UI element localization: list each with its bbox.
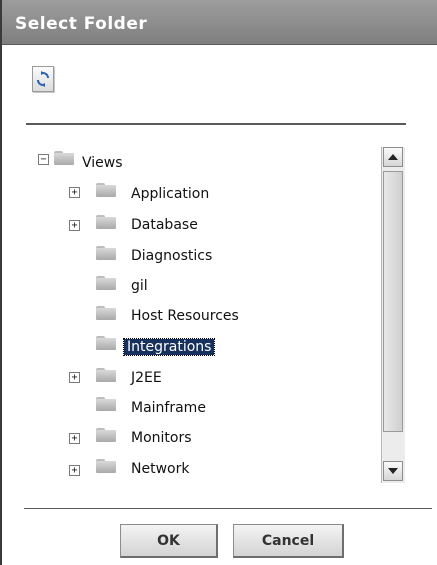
folder-icon (96, 368, 116, 382)
select-folder-dialog: Select Folder − Views + Application + Da… (0, 0, 437, 565)
cancel-button[interactable]: Cancel (233, 524, 344, 558)
folder-icon (96, 183, 116, 197)
collapse-icon[interactable]: − (38, 154, 49, 165)
tree-label-network[interactable]: Network (131, 461, 189, 477)
tree-label-monitors[interactable]: Monitors (131, 430, 192, 446)
expand-icon[interactable]: + (69, 465, 80, 476)
folder-icon (96, 428, 116, 442)
dialog-titlebar[interactable]: Select Folder (2, 0, 437, 45)
folder-icon (96, 276, 116, 290)
tree-label-diagnostics[interactable]: Diagnostics (131, 248, 212, 264)
dialog-title: Select Folder (15, 14, 148, 34)
refresh-button[interactable] (32, 66, 54, 92)
tree-label-gil[interactable]: gil (131, 278, 148, 294)
arrow-down-icon (388, 468, 398, 474)
tree-label-mainframe[interactable]: Mainframe (131, 400, 206, 416)
tree-label-application[interactable]: Application (131, 186, 209, 202)
expand-icon[interactable]: + (69, 372, 80, 383)
arrow-up-icon (388, 154, 398, 160)
scroll-up-button[interactable] (383, 147, 403, 167)
folder-icon (96, 246, 116, 260)
tree-scrollbar[interactable] (381, 147, 405, 483)
footer-divider (24, 508, 432, 509)
folder-icon (96, 336, 116, 350)
tree-label-integrations[interactable]: Integrations (122, 338, 216, 356)
scroll-down-button[interactable] (383, 461, 403, 481)
expand-icon[interactable]: + (69, 433, 80, 444)
expand-icon[interactable]: + (69, 220, 80, 231)
scroll-thumb[interactable] (383, 171, 403, 432)
folder-icon (96, 215, 116, 229)
tree-label-views[interactable]: Views (82, 155, 123, 171)
expand-icon[interactable]: + (69, 187, 80, 198)
tree-label-database[interactable]: Database (131, 217, 198, 233)
folder-icon (96, 397, 116, 411)
toolbar-divider (26, 123, 406, 125)
folder-icon (54, 151, 74, 165)
ok-button[interactable]: OK (120, 524, 218, 558)
tree-label-j2ee[interactable]: J2EE (131, 370, 162, 386)
tree-label-host-resources[interactable]: Host Resources (131, 308, 239, 324)
refresh-icon (37, 71, 49, 87)
folder-icon (96, 306, 116, 320)
folder-icon (96, 459, 116, 473)
